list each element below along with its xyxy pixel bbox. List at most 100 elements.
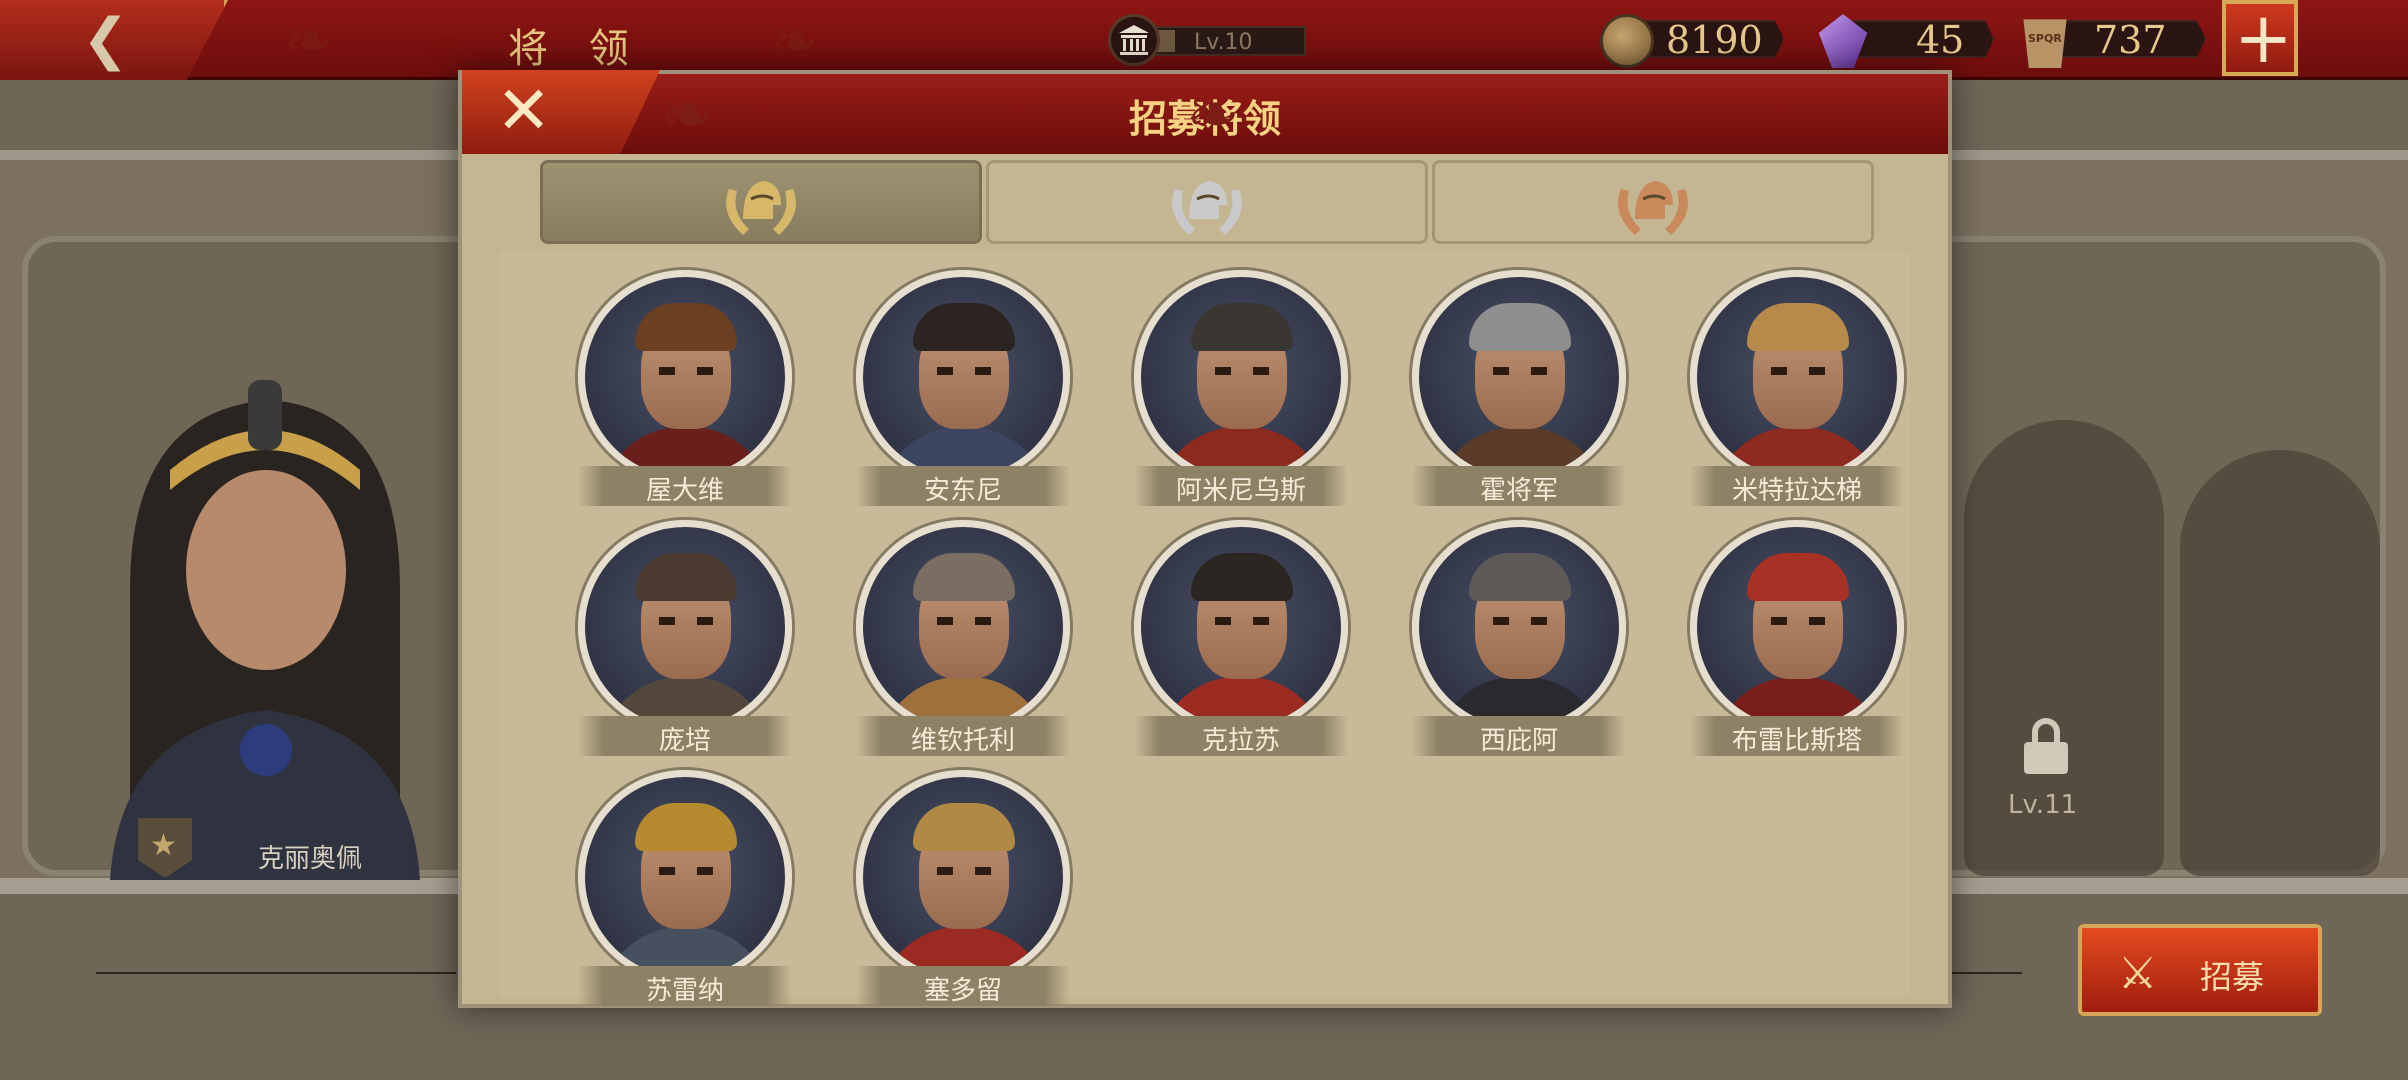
general-name: 屋大维 (645, 476, 724, 506)
general-name: 布雷比斯塔 (1731, 726, 1862, 756)
locked-general-silhouette (2180, 450, 2380, 876)
general-portrait (1412, 270, 1626, 484)
silver-laurel-helmet-icon (1159, 169, 1255, 243)
general-card[interactable]: 苏雷纳 (570, 770, 800, 1006)
locked-level-label: Lv.11 (2008, 790, 2078, 820)
spqr-text: SPQR (2028, 32, 2062, 45)
laurel-decoration-icon: ❧ (1186, 78, 1240, 152)
general-card[interactable]: 西庇阿 (1404, 520, 1634, 756)
general-portrait (1412, 520, 1626, 734)
general-hair (913, 803, 1015, 851)
general-name: 克拉苏 (1201, 726, 1280, 756)
divider (1952, 972, 2022, 974)
general-portrait (1134, 520, 1348, 734)
coin-value: 8190 (1666, 18, 1763, 62)
general-eyes (659, 367, 713, 375)
gold-laurel-helmet-icon (713, 169, 809, 243)
general-hair (1747, 303, 1849, 351)
tab-silver[interactable] (986, 160, 1428, 244)
general-card[interactable]: 庞培 (570, 520, 800, 756)
level-bar: Lv.10 (1148, 26, 1306, 56)
lock-body (2024, 742, 2068, 774)
general-hair (913, 303, 1015, 351)
general-eyes (1493, 367, 1547, 375)
cleopatra-portrait[interactable] (70, 370, 460, 880)
general-card[interactable]: 阿米尼乌斯 (1126, 270, 1356, 506)
spqr-resource[interactable]: 737 SPQR (2018, 14, 2208, 68)
general-portrait (578, 520, 792, 734)
general-card[interactable]: 米特拉达梯 (1682, 270, 1912, 506)
gem-resource[interactable]: 45 (1816, 14, 1996, 68)
general-eyes (937, 867, 991, 875)
general-name: 霍将军 (1479, 476, 1558, 506)
general-eyes (659, 867, 713, 875)
coin-icon (1600, 14, 1654, 68)
lock-icon (2024, 718, 2068, 774)
recruit-button-label: 招募 (2200, 958, 2265, 996)
general-eyes (1215, 367, 1269, 375)
tab-gold[interactable] (540, 160, 982, 244)
temple-icon (1108, 14, 1160, 66)
coin-resource[interactable]: 8190 (1600, 14, 1786, 68)
recruit-generals-dialog: ❧ 招募将领 ❧ ✕ 屋大维 安东尼 阿米尼乌斯 霍将军 米特拉达梯庞培 维钦托利 克拉苏 西… (458, 70, 1952, 1008)
general-portrait (1690, 520, 1904, 734)
background-general-name: 克丽奥佩 (258, 844, 363, 874)
helmet-plus-icon: ⚔ (2118, 948, 2158, 999)
general-name: 庞培 (658, 726, 711, 756)
laurel-decoration-icon: ❧ (284, 6, 333, 74)
general-card[interactable]: 屋大维 (570, 270, 800, 506)
general-card[interactable]: 塞多留 (848, 770, 1078, 1006)
general-eyes (1771, 617, 1825, 625)
laurel-decoration-icon: ❧ (770, 6, 819, 74)
general-portrait (578, 770, 792, 984)
bronze-laurel-helmet-icon (1605, 169, 1701, 243)
general-hair (1469, 553, 1571, 601)
spqr-icon: SPQR (2023, 19, 2067, 68)
general-card[interactable]: 维钦托利 (848, 520, 1078, 756)
chevron-left-icon: ❮ (82, 7, 129, 72)
general-hair (913, 553, 1015, 601)
general-name: 米特拉达梯 (1731, 476, 1862, 506)
general-eyes (937, 617, 991, 625)
general-eyes (659, 617, 713, 625)
general-hair (1191, 303, 1293, 351)
general-hair (635, 803, 737, 851)
plus-icon: + (2234, 0, 2293, 79)
general-eyes (937, 367, 991, 375)
star-icon: ★ (150, 828, 177, 863)
top-bar: ❮ ❧ 将 领 ❧ Lv.10 8190 45 737 SPQR + (0, 0, 2408, 80)
general-portrait (856, 520, 1070, 734)
close-icon: ✕ (496, 72, 552, 149)
divider (96, 972, 456, 974)
general-name: 维钦托利 (910, 726, 1015, 756)
level-indicator[interactable]: Lv.10 (1108, 14, 1306, 66)
general-hair (1191, 553, 1293, 601)
general-hair (1469, 303, 1571, 351)
general-card[interactable]: 安东尼 (848, 270, 1078, 506)
general-eyes (1493, 617, 1547, 625)
general-name: 阿米尼乌斯 (1175, 476, 1306, 506)
general-portrait (856, 270, 1070, 484)
general-eyes (1771, 367, 1825, 375)
tier-tabs (540, 160, 1878, 244)
general-portrait (1690, 270, 1904, 484)
back-button[interactable]: ❮ (0, 0, 228, 80)
general-card[interactable]: 克拉苏 (1126, 520, 1356, 756)
general-hair (635, 303, 737, 351)
general-name: 苏雷纳 (645, 976, 724, 1006)
tab-bronze[interactable] (1432, 160, 1874, 244)
general-portrait (1134, 270, 1348, 484)
gem-value: 45 (1916, 18, 1965, 62)
general-eyes (1215, 617, 1269, 625)
general-card[interactable]: 霍将军 (1404, 270, 1634, 506)
generals-grid: 屋大维 安东尼 阿米尼乌斯 霍将军 米特拉达梯庞培 维钦托利 克拉苏 西庇阿 布雷比斯塔苏雷纳 塞… (500, 252, 1912, 1006)
general-portrait (578, 270, 792, 484)
general-name: 西庇阿 (1479, 726, 1558, 756)
level-label: Lv.10 (1194, 30, 1253, 55)
add-resource-button[interactable]: + (2222, 0, 2298, 76)
recruit-button[interactable]: ⚔ 招募 (2078, 924, 2322, 1016)
dialog-header: ❧ 招募将领 ❧ ✕ (462, 70, 1948, 154)
general-card[interactable]: 布雷比斯塔 (1682, 520, 1912, 756)
general-name: 安东尼 (923, 476, 1002, 506)
general-portrait (856, 770, 1070, 984)
